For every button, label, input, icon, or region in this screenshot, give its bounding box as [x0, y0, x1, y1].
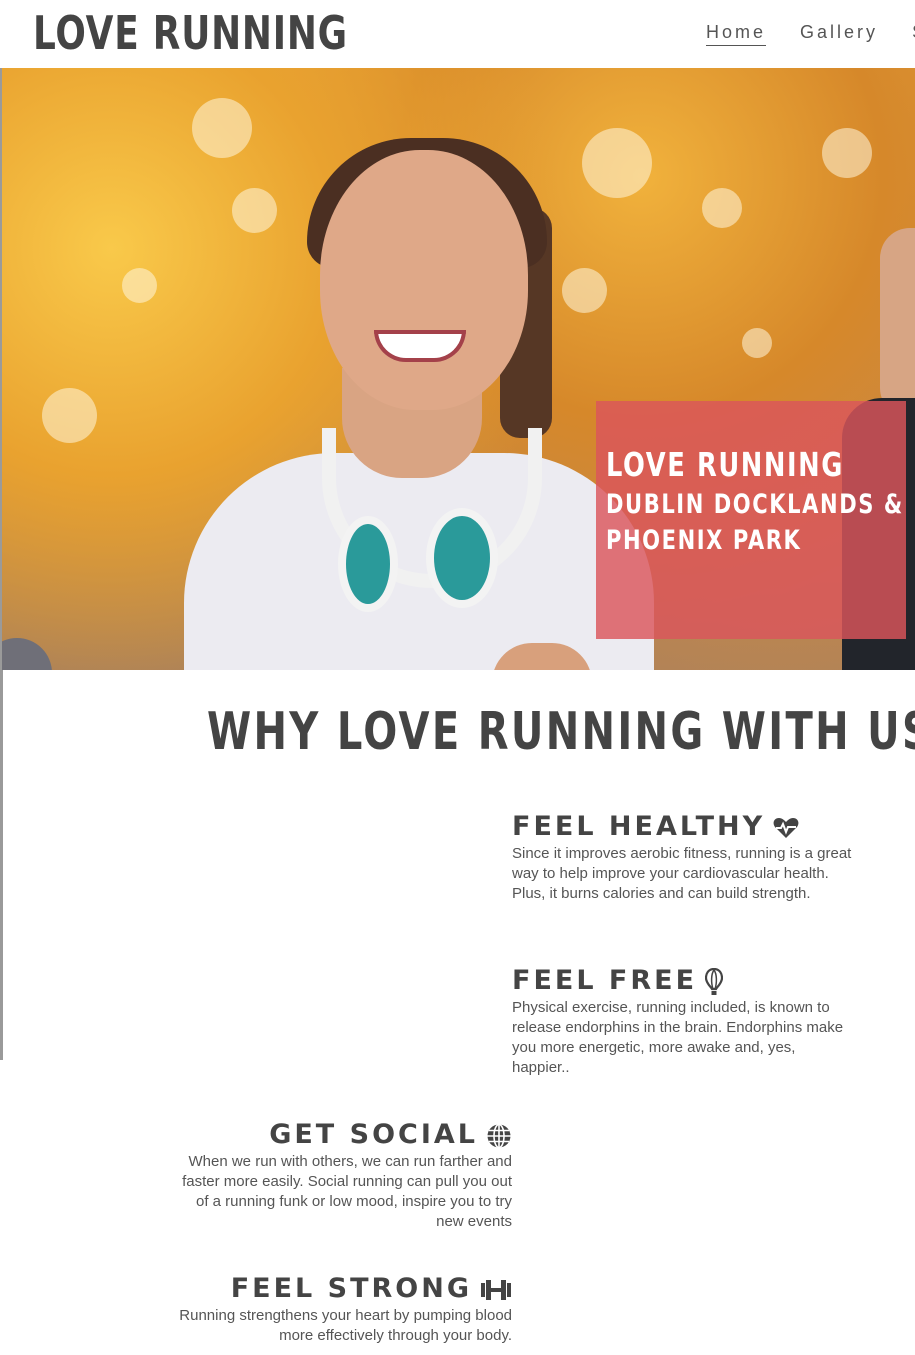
feature-description: Since it improves aerobic fitness, runni… [512, 845, 852, 902]
hero-location-line1: DUBLIN DOCKLANDS & [606, 489, 904, 520]
feature-feel-healthy: FEEL HEALTHY Since it improves aerobic f… [512, 812, 852, 904]
feature-description: Physical exercise, running included, is … [512, 999, 844, 1076]
feature-title-text: GET SOCIAL [269, 1119, 478, 1150]
feature-title-text: FEEL FREE [512, 965, 698, 996]
feature-title: FEEL FREE [512, 966, 852, 996]
dumbbell-icon [480, 1279, 512, 1301]
feature-title: FEEL HEALTHY [512, 812, 852, 842]
hero-banner: LOVE RUNNING DUBLIN DOCKLANDS & PHOENIX … [2, 68, 915, 670]
feature-title-text: FEEL HEALTHY [512, 811, 766, 842]
feature-title: GET SOCIAL [176, 1120, 512, 1150]
hero-caption-box: LOVE RUNNING DUBLIN DOCKLANDS & PHOENIX … [596, 401, 906, 639]
hero-title: LOVE RUNNING [606, 445, 844, 484]
nav-item-home[interactable]: Home [706, 22, 767, 46]
feature-feel-free: FEEL FREE Physical exercise, running inc… [512, 966, 852, 1078]
feature-description: When we run with others, we can run fart… [182, 1153, 512, 1230]
site-header: LOVE RUNNING Home Gallery S [0, 0, 915, 68]
nav-item-gallery[interactable]: Gallery [800, 22, 878, 43]
feature-feel-strong: FEEL STRONG Running strengthens your hea… [176, 1274, 512, 1346]
hot-air-balloon-icon [705, 967, 724, 996]
heartbeat-icon [773, 816, 799, 840]
globe-icon [486, 1123, 512, 1149]
feature-title: FEEL STRONG [176, 1274, 512, 1304]
hero-location-line2: PHOENIX PARK [606, 525, 802, 556]
site-logo[interactable]: LOVE RUNNING [33, 6, 348, 60]
feature-description: Running strengthens your heart by pumpin… [179, 1307, 512, 1344]
why-section-title: WHY LOVE RUNNING WITH US? [207, 702, 915, 762]
feature-title-text: FEEL STRONG [230, 1273, 472, 1304]
feature-get-social: GET SOCIAL When we run with others, we c… [176, 1120, 512, 1232]
main-nav: Home Gallery S [706, 22, 915, 46]
